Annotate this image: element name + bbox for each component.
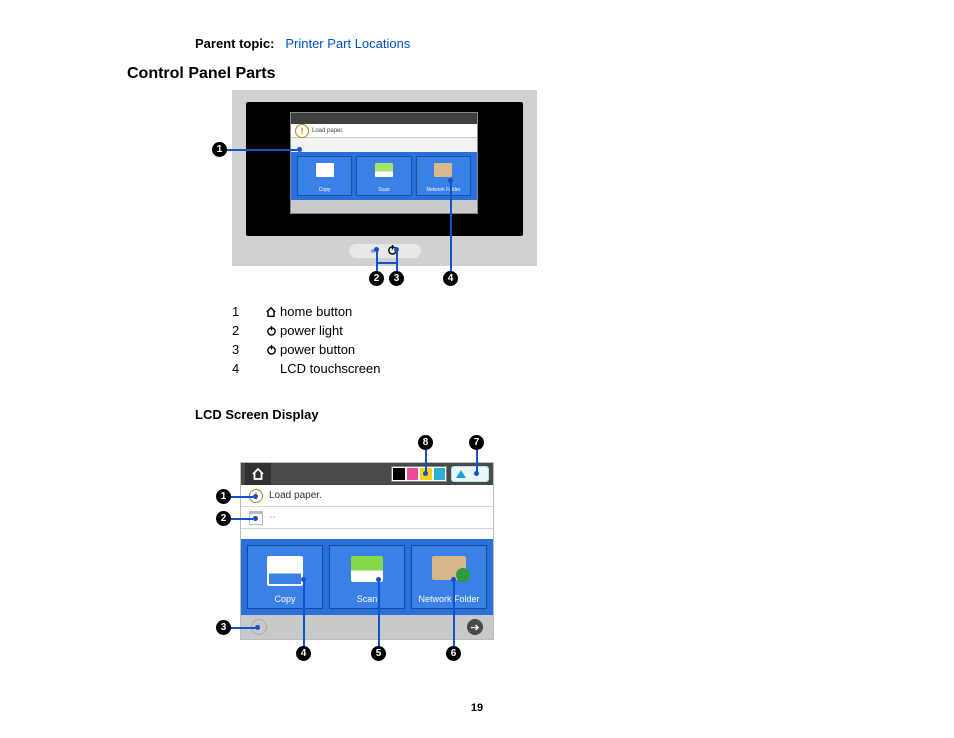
- callout-f2-3: 3: [216, 620, 231, 635]
- legend-text: power light: [280, 323, 343, 338]
- callout-2: 2: [369, 271, 384, 286]
- callout-dot: [374, 247, 379, 252]
- callout-f2-5: 5: [371, 646, 386, 661]
- callout-dot: [451, 577, 456, 582]
- callout-lead: [378, 580, 380, 646]
- parent-topic-link[interactable]: Printer Part Locations: [285, 36, 410, 51]
- tray-text: --: [269, 512, 276, 523]
- lcd-status-row: ! Load paper.: [241, 485, 493, 507]
- callout-lead: [231, 496, 253, 498]
- callout-f2-4: 4: [296, 646, 311, 661]
- callout-dot: [253, 494, 258, 499]
- callout-3: 3: [389, 271, 404, 286]
- legend-text: home button: [280, 304, 352, 319]
- callout-lead: [231, 518, 253, 520]
- folder-icon: [432, 556, 466, 580]
- next-arrow-icon: ➔: [467, 619, 483, 635]
- callout-lead: [231, 627, 255, 629]
- tile-network-folder: Network Folder: [411, 545, 487, 609]
- ink-levels-icon: [391, 466, 447, 482]
- parent-topic-line: Parent topic: Printer Part Locations: [195, 36, 410, 51]
- home-icon: [262, 306, 280, 318]
- figure-control-panel: ! Load paper. Copy Scan Network Folder: [232, 90, 537, 266]
- callout-dot: [376, 577, 381, 582]
- lcd-tray-row: --: [241, 507, 493, 529]
- legend-list: 1 home button 2 power light 3 power butt…: [232, 300, 380, 380]
- legend-row: 2 power light: [232, 323, 380, 338]
- power-icon: [262, 325, 280, 336]
- lcd-tabbar: [241, 463, 493, 485]
- power-strip: [349, 244, 421, 258]
- mini-tabbar: [291, 113, 477, 124]
- lcd-footer: i ➔: [241, 615, 493, 639]
- mini-load-paper: Load paper.: [312, 128, 344, 134]
- callout-f2-7: 7: [469, 435, 484, 450]
- callout-4: 4: [443, 271, 458, 286]
- callout-dot: [301, 577, 306, 582]
- wifi-status-icon: [451, 466, 489, 482]
- callout-dot: [448, 178, 453, 183]
- callout-lead: [303, 580, 305, 646]
- callout-f2-8: 8: [418, 435, 433, 450]
- legend-row: 4 LCD touchscreen: [232, 361, 380, 376]
- callout-lead: [425, 450, 427, 472]
- legend-row: 1 home button: [232, 304, 380, 319]
- callout-dot: [255, 625, 260, 630]
- power-icon: [262, 344, 280, 355]
- legend-text: power button: [280, 342, 355, 357]
- home-icon: [245, 463, 271, 485]
- tile-scan: Scan: [329, 545, 405, 609]
- mini-tile-copy: Copy: [297, 156, 352, 196]
- callout-1: 1: [212, 142, 227, 157]
- callout-dot: [423, 471, 428, 476]
- callout-lead: [376, 262, 398, 264]
- callout-lead: [450, 180, 452, 273]
- section-heading: Control Panel Parts: [127, 65, 275, 83]
- callout-lead: [453, 580, 455, 646]
- parent-topic-label: Parent topic:: [195, 36, 274, 51]
- callout-dot: [394, 247, 399, 252]
- callout-dot: [253, 516, 258, 521]
- callout-lead: [227, 149, 297, 151]
- callout-f2-1: 1: [216, 489, 231, 504]
- mini-tile-network-folder: Network Folder: [416, 156, 471, 196]
- page: Parent topic: Printer Part Locations Con…: [0, 0, 954, 738]
- copy-icon: [267, 556, 303, 586]
- callout-f2-6: 6: [446, 646, 461, 661]
- callout-lead: [476, 450, 478, 472]
- legend-text: LCD touchscreen: [280, 361, 380, 376]
- mini-status-row: ! Load paper.: [291, 124, 477, 138]
- subheading: LCD Screen Display: [195, 407, 319, 422]
- page-number: 19: [0, 702, 954, 714]
- callout-dot: [297, 147, 302, 152]
- legend-row: 3 power button: [232, 342, 380, 357]
- callout-f2-2: 2: [216, 511, 231, 526]
- mini-tile-scan: Scan: [356, 156, 411, 196]
- callout-dot: [474, 471, 479, 476]
- figure-lcd-screenshot: ! Load paper. -- Copy Scan Network Folde…: [240, 462, 494, 640]
- load-paper-text: Load paper.: [269, 490, 322, 501]
- warning-icon: !: [295, 124, 309, 138]
- tile-copy: Copy: [247, 545, 323, 609]
